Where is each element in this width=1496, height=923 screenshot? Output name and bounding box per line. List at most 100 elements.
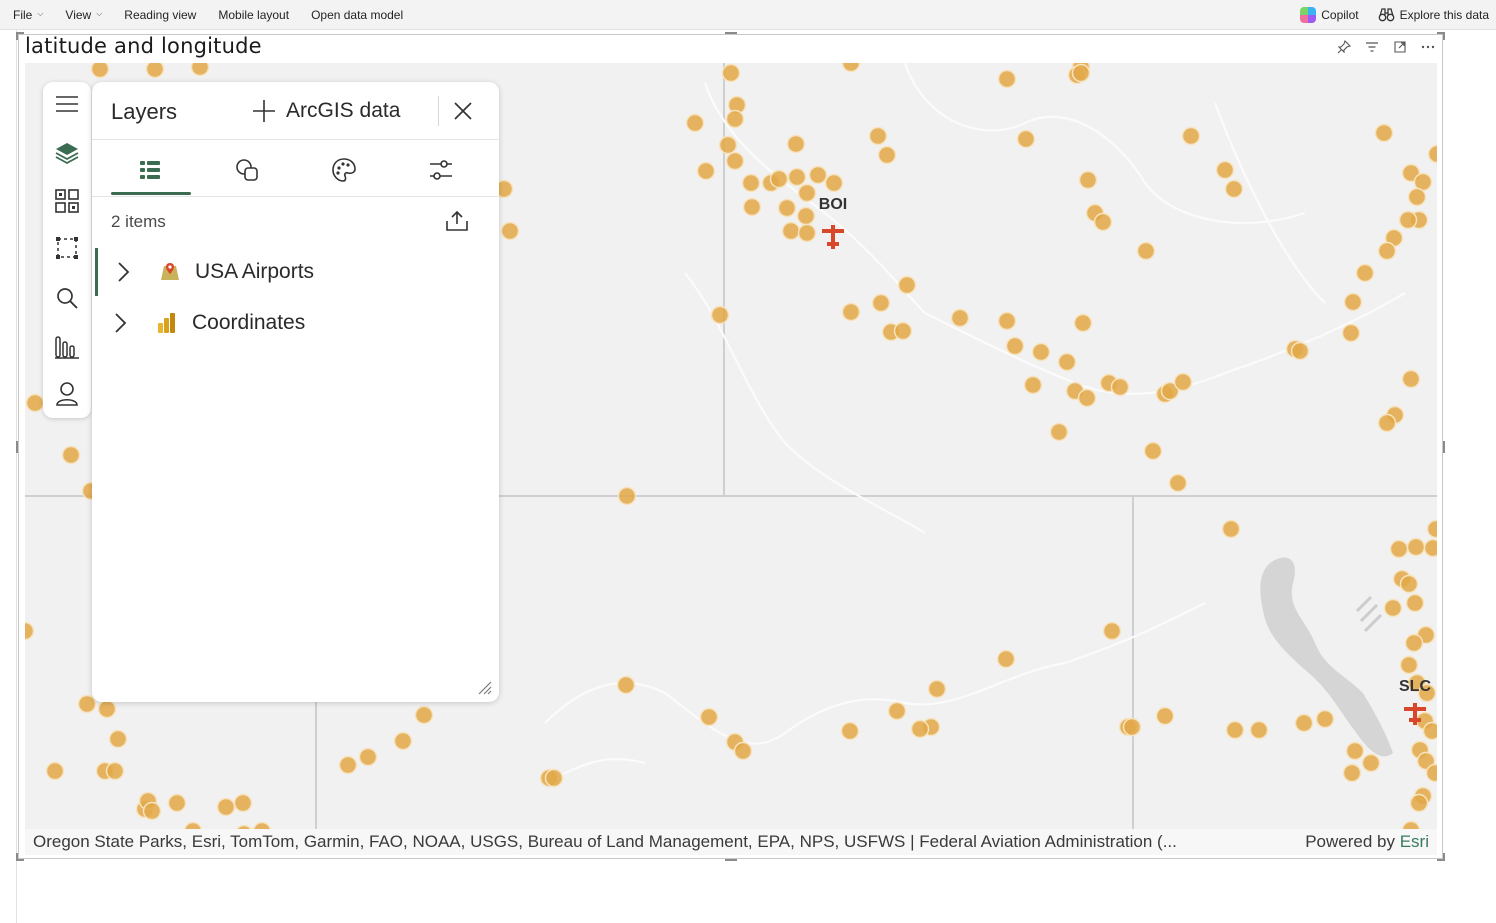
- basemap-button[interactable]: [53, 187, 81, 215]
- coordinate-point[interactable]: [61, 445, 81, 465]
- coordinate-point[interactable]: [1345, 741, 1365, 761]
- coordinate-point[interactable]: [696, 161, 716, 181]
- coordinate-point[interactable]: [927, 679, 947, 699]
- resize-handle[interactable]: [1443, 441, 1445, 453]
- file-menu[interactable]: File ⌵: [0, 8, 54, 22]
- tab-settings[interactable]: [426, 157, 456, 183]
- coordinate-point[interactable]: [617, 486, 637, 506]
- menu-button[interactable]: [53, 90, 81, 118]
- coordinate-point[interactable]: [1077, 388, 1097, 408]
- coordinate-point[interactable]: [1341, 323, 1361, 343]
- coordinate-point[interactable]: [1102, 621, 1122, 641]
- esri-link[interactable]: Esri: [1400, 832, 1429, 851]
- coordinate-point[interactable]: [1290, 341, 1310, 361]
- tab-symbology[interactable]: [329, 157, 359, 183]
- coordinate-point[interactable]: [1294, 713, 1314, 733]
- user-button[interactable]: [53, 380, 81, 408]
- coordinate-point[interactable]: [1155, 706, 1175, 726]
- expand-layer-button[interactable]: [114, 260, 132, 284]
- select-button[interactable]: [53, 234, 81, 262]
- coordinate-point[interactable]: [725, 151, 745, 171]
- coordinate-point[interactable]: [685, 113, 705, 133]
- coordinate-point[interactable]: [1005, 336, 1025, 356]
- expand-layer-button[interactable]: [111, 311, 129, 335]
- coordinate-point[interactable]: [996, 649, 1016, 669]
- analytics-button[interactable]: [53, 333, 81, 361]
- coordinate-point[interactable]: [840, 721, 860, 741]
- resize-grip-icon[interactable]: [477, 680, 493, 696]
- coordinate-point[interactable]: [787, 167, 807, 187]
- coordinate-point[interactable]: [1426, 519, 1438, 539]
- coordinate-point[interactable]: [1422, 721, 1438, 741]
- coordinate-point[interactable]: [1016, 129, 1036, 149]
- view-menu[interactable]: View ⌵: [54, 8, 113, 22]
- tab-layer-list[interactable]: [135, 157, 165, 183]
- coordinate-point[interactable]: [544, 768, 564, 788]
- coordinate-point[interactable]: [358, 747, 378, 767]
- coordinate-point[interactable]: [167, 793, 187, 813]
- coordinate-point[interactable]: [1407, 187, 1427, 207]
- coordinate-point[interactable]: [108, 729, 128, 749]
- coordinate-point[interactable]: [1122, 717, 1142, 737]
- mobile-layout-button[interactable]: Mobile layout: [207, 8, 300, 22]
- filter-icon[interactable]: [1364, 39, 1380, 55]
- coordinate-point[interactable]: [893, 321, 913, 341]
- coordinate-point[interactable]: [797, 223, 817, 243]
- coordinate-point[interactable]: [1401, 820, 1421, 830]
- coordinate-point[interactable]: [1049, 422, 1069, 442]
- coordinate-point[interactable]: [1225, 720, 1245, 740]
- coordinate-point[interactable]: [718, 135, 738, 155]
- coordinate-point[interactable]: [233, 793, 253, 813]
- coordinate-point[interactable]: [90, 63, 110, 79]
- coordinate-point[interactable]: [338, 755, 358, 775]
- coordinate-point[interactable]: [1427, 144, 1438, 164]
- coordinate-point[interactable]: [733, 741, 753, 761]
- coordinate-point[interactable]: [1143, 441, 1163, 461]
- coordinate-point[interactable]: [997, 69, 1017, 89]
- coordinate-point[interactable]: [1136, 241, 1156, 261]
- coordinate-point[interactable]: [897, 275, 917, 295]
- coordinate-point[interactable]: [1071, 63, 1091, 83]
- coordinate-point[interactable]: [786, 134, 806, 154]
- coordinate-point[interactable]: [1224, 179, 1244, 199]
- coordinate-point[interactable]: [45, 761, 65, 781]
- layer-item-coordinates[interactable]: Coordinates: [92, 299, 499, 347]
- resize-handle[interactable]: [16, 441, 18, 453]
- coordinate-point[interactable]: [1377, 241, 1397, 261]
- coordinate-point[interactable]: [1409, 793, 1429, 813]
- coordinate-point[interactable]: [25, 393, 45, 413]
- coordinate-point[interactable]: [1057, 352, 1077, 372]
- resize-handle[interactable]: [1443, 32, 1445, 40]
- coordinate-point[interactable]: [1343, 292, 1363, 312]
- coordinate-point[interactable]: [1023, 375, 1043, 395]
- coordinate-point[interactable]: [1398, 210, 1418, 230]
- search-button[interactable]: [53, 284, 81, 312]
- resize-handle[interactable]: [725, 32, 737, 34]
- coordinate-point[interactable]: [1168, 473, 1188, 493]
- coordinate-point[interactable]: [742, 197, 762, 217]
- coordinate-point[interactable]: [1401, 369, 1421, 389]
- coordinate-point[interactable]: [769, 169, 789, 189]
- export-button[interactable]: [442, 208, 472, 234]
- more-options-icon[interactable]: [1420, 39, 1436, 55]
- coordinate-point[interactable]: [414, 705, 434, 725]
- coordinate-point[interactable]: [216, 797, 236, 817]
- coordinate-point[interactable]: [777, 198, 797, 218]
- coordinate-point[interactable]: [1377, 413, 1397, 433]
- coordinate-point[interactable]: [190, 63, 210, 77]
- coordinate-point[interactable]: [699, 707, 719, 727]
- coordinate-point[interactable]: [1073, 313, 1093, 333]
- coordinate-point[interactable]: [1093, 212, 1113, 232]
- tab-layer-shapes[interactable]: [232, 157, 262, 183]
- resize-handle[interactable]: [1443, 853, 1445, 861]
- coordinate-point[interactable]: [1374, 123, 1394, 143]
- coordinate-point[interactable]: [721, 63, 741, 83]
- coordinate-point[interactable]: [1315, 709, 1335, 729]
- coordinate-point[interactable]: [824, 173, 844, 193]
- coordinate-point[interactable]: [1173, 372, 1193, 392]
- coordinate-point[interactable]: [1215, 160, 1235, 180]
- coordinate-point[interactable]: [1405, 593, 1425, 613]
- focus-mode-icon[interactable]: [1392, 39, 1408, 55]
- coordinate-point[interactable]: [871, 293, 891, 313]
- coordinate-point[interactable]: [1110, 377, 1130, 397]
